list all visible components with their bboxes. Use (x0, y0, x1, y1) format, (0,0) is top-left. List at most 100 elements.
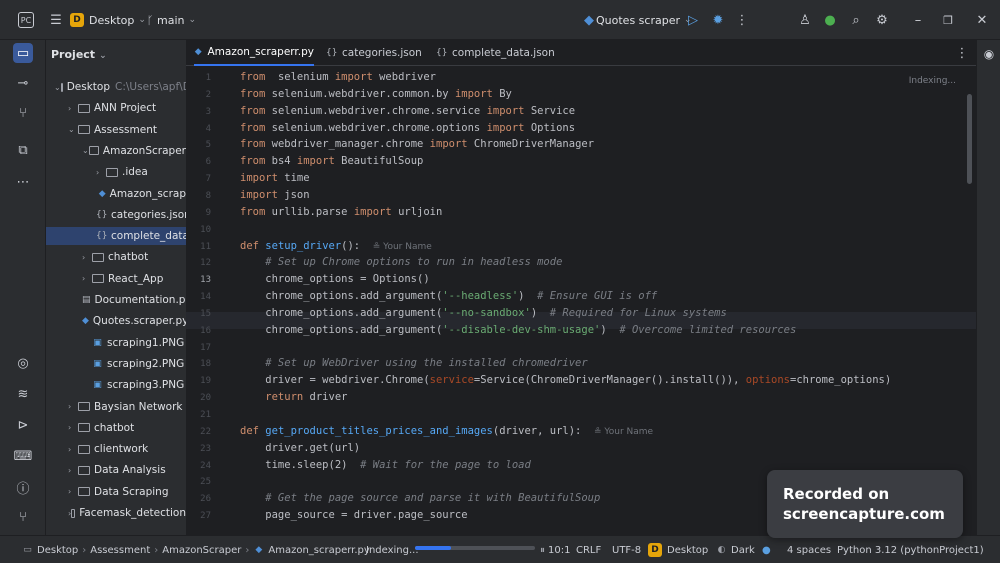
python-packages-icon[interactable]: ◎ (13, 353, 33, 373)
tree-item[interactable]: › React_App (46, 270, 186, 288)
more-actions-icon[interactable]: ⋮ (732, 10, 752, 30)
tree-item[interactable]: › chatbot (46, 419, 186, 437)
main-menu-icon[interactable]: ☰ (46, 10, 66, 30)
breadcrumb-item[interactable]: Amazon_scraperr.py (268, 545, 369, 556)
chevron-right-icon[interactable]: › (68, 466, 78, 475)
app-logo-icon[interactable]: PC (18, 10, 34, 30)
line-number: 26 (200, 494, 211, 505)
folder-icon (71, 508, 76, 518)
chevron-right-icon[interactable]: › (68, 445, 78, 454)
tree-item[interactable]: ◆ Amazon_scrap (46, 185, 186, 203)
chevron-right-icon[interactable]: › (68, 487, 78, 496)
code-line: def setup_driver(): ≗ Your Name (240, 239, 432, 252)
chevron-down-icon[interactable]: ⌄ (54, 83, 61, 92)
line-number: 10 (200, 224, 211, 235)
tree-item[interactable]: ▣ scraping1.PNG (46, 334, 186, 352)
breadcrumb-item[interactable]: Desktop (37, 545, 78, 556)
watermark-line1: Recorded on (783, 485, 890, 503)
tree-item[interactable]: ▣ scraping2.PNG (46, 355, 186, 373)
tree-item[interactable]: › Baysian Network (46, 398, 186, 416)
branch-switcher[interactable]: ᚴ main ⌄ (143, 10, 196, 30)
chevron-right-icon[interactable]: › (68, 104, 78, 113)
project-status[interactable]: D Desktop (648, 542, 708, 558)
code-line: from selenium.webdriver.chrome.service i… (240, 104, 576, 117)
tree-item[interactable]: › Data Scraping (46, 483, 186, 501)
maximize-icon[interactable]: ❐ (938, 10, 958, 30)
tree-item-label: .idea (122, 166, 148, 179)
tree-item[interactable]: ▣ scraping3.PNG (46, 376, 186, 394)
tab-amazon-scraperr[interactable]: ◆ Amazon_scraperr.py (194, 40, 314, 66)
terminal-icon[interactable]: ⌨ (13, 446, 33, 466)
tool-window-bar: ▭ ⊸ ⑂ ⧉ ⋯ ◎ ≋ ⊳ ⌨ ⓘ ⑂ (0, 40, 46, 535)
line-number: 14 (200, 292, 211, 303)
chevron-down-icon[interactable]: ⌄ (82, 146, 89, 155)
folder-icon (78, 465, 90, 475)
tree-item-label: Baysian Network (94, 400, 183, 413)
structure-icon[interactable]: ⧉ (13, 140, 33, 160)
add-user-icon[interactable]: ♙ (795, 10, 815, 30)
search-icon[interactable]: ⌕ (846, 10, 866, 30)
status-circle-icon[interactable]: ● (762, 542, 771, 558)
tree-item[interactable]: › clientwork (46, 440, 186, 458)
chevron-right-icon[interactable]: › (68, 423, 78, 432)
line-separator[interactable]: CRLF (576, 542, 601, 558)
line-number: 21 (200, 410, 211, 420)
project-panel-title[interactable]: Project ⌄ (51, 48, 107, 61)
gear-icon[interactable]: ⚙ (872, 10, 892, 30)
tree-item[interactable]: ◆ Quotes.scraper.py (46, 312, 186, 330)
folder-icon (89, 146, 99, 156)
run-button[interactable]: ▷ (683, 10, 703, 30)
python-file-icon: ◆ (255, 545, 263, 555)
pull-requests-icon[interactable]: ⑂ (13, 103, 33, 123)
chevron-right-icon[interactable]: › (68, 402, 78, 411)
chevron-right-icon[interactable]: › (96, 168, 106, 177)
tree-item[interactable]: ⌄ Assessment (46, 121, 186, 139)
git-icon[interactable]: ⑂ (13, 507, 33, 527)
commit-icon[interactable]: ⊸ (13, 73, 33, 93)
indexing-status[interactable]: Indexing... (366, 542, 419, 558)
breadcrumb-item[interactable]: AmazonScraper (162, 545, 241, 556)
services-icon[interactable]: ⊳ (13, 415, 33, 435)
theme-switcher[interactable]: ◐ Dark (716, 542, 755, 558)
editor-scrollbar[interactable] (967, 94, 972, 184)
breadcrumb-item[interactable]: Assessment (90, 545, 150, 556)
tab-complete-data-json[interactable]: {} complete_data.json (436, 40, 555, 66)
notifications-icon[interactable]: ◉ (979, 44, 999, 64)
tree-item[interactable]: › ANN Project (46, 99, 186, 117)
indent-setting[interactable]: 4 spaces (787, 542, 831, 558)
tree-item[interactable]: › .idea (46, 163, 186, 181)
ai-assistant-icon[interactable]: ● (820, 10, 840, 30)
tab-categories-json[interactable]: {} categories.json (326, 40, 422, 66)
line-number: 25 (200, 477, 211, 488)
project-switcher[interactable]: D Desktop ⌄ (70, 10, 146, 30)
tree-item[interactable]: {} complete_data (46, 227, 186, 246)
layers-icon[interactable]: ≋ (13, 384, 33, 404)
tree-item[interactable]: ⌄ Desktop C:\Users\apf\D (46, 78, 186, 96)
tree-item[interactable]: › Facemask_detection (46, 504, 186, 522)
code-line: from webdriver_manager.chrome import Chr… (240, 138, 595, 151)
image-file-icon: ▣ (93, 380, 102, 391)
tree-item[interactable]: › chatbot (46, 248, 186, 266)
tree-item[interactable]: ▤ Documentation.pd (46, 291, 186, 309)
caret-position[interactable]: 10:1 (548, 542, 570, 558)
stop-indexing-icon[interactable]: ⏸ (540, 542, 545, 558)
debug-button[interactable]: ✹ (708, 10, 728, 30)
python-interpreter[interactable]: Python 3.12 (pythonProject1) (837, 542, 984, 558)
more-tools-icon[interactable]: ⋯ (13, 172, 33, 192)
tree-item[interactable]: ⌄ AmazonScraper (46, 142, 186, 160)
project-tool-icon[interactable]: ▭ (13, 43, 33, 63)
tree-item[interactable]: › Data Analysis (46, 461, 186, 479)
chevron-right-icon[interactable]: › (82, 274, 92, 283)
run-config-selector[interactable]: ◆ Quotes scraper ⌄ (582, 10, 692, 30)
line-number: 18 (200, 359, 211, 370)
file-encoding[interactable]: UTF-8 (612, 542, 641, 558)
close-icon[interactable]: ✕ (972, 10, 992, 30)
problems-icon[interactable]: ⓘ (13, 477, 33, 497)
tabs-menu-icon[interactable]: ⋮ (952, 40, 972, 66)
minimize-icon[interactable]: – (908, 10, 928, 30)
chevron-down-icon[interactable]: ⌄ (68, 125, 78, 134)
chevron-right-icon[interactable]: › (82, 253, 92, 262)
line-number: 1 (205, 73, 211, 83)
line-number: 6 (205, 157, 211, 168)
tree-item[interactable]: {} categories.json (46, 206, 186, 224)
